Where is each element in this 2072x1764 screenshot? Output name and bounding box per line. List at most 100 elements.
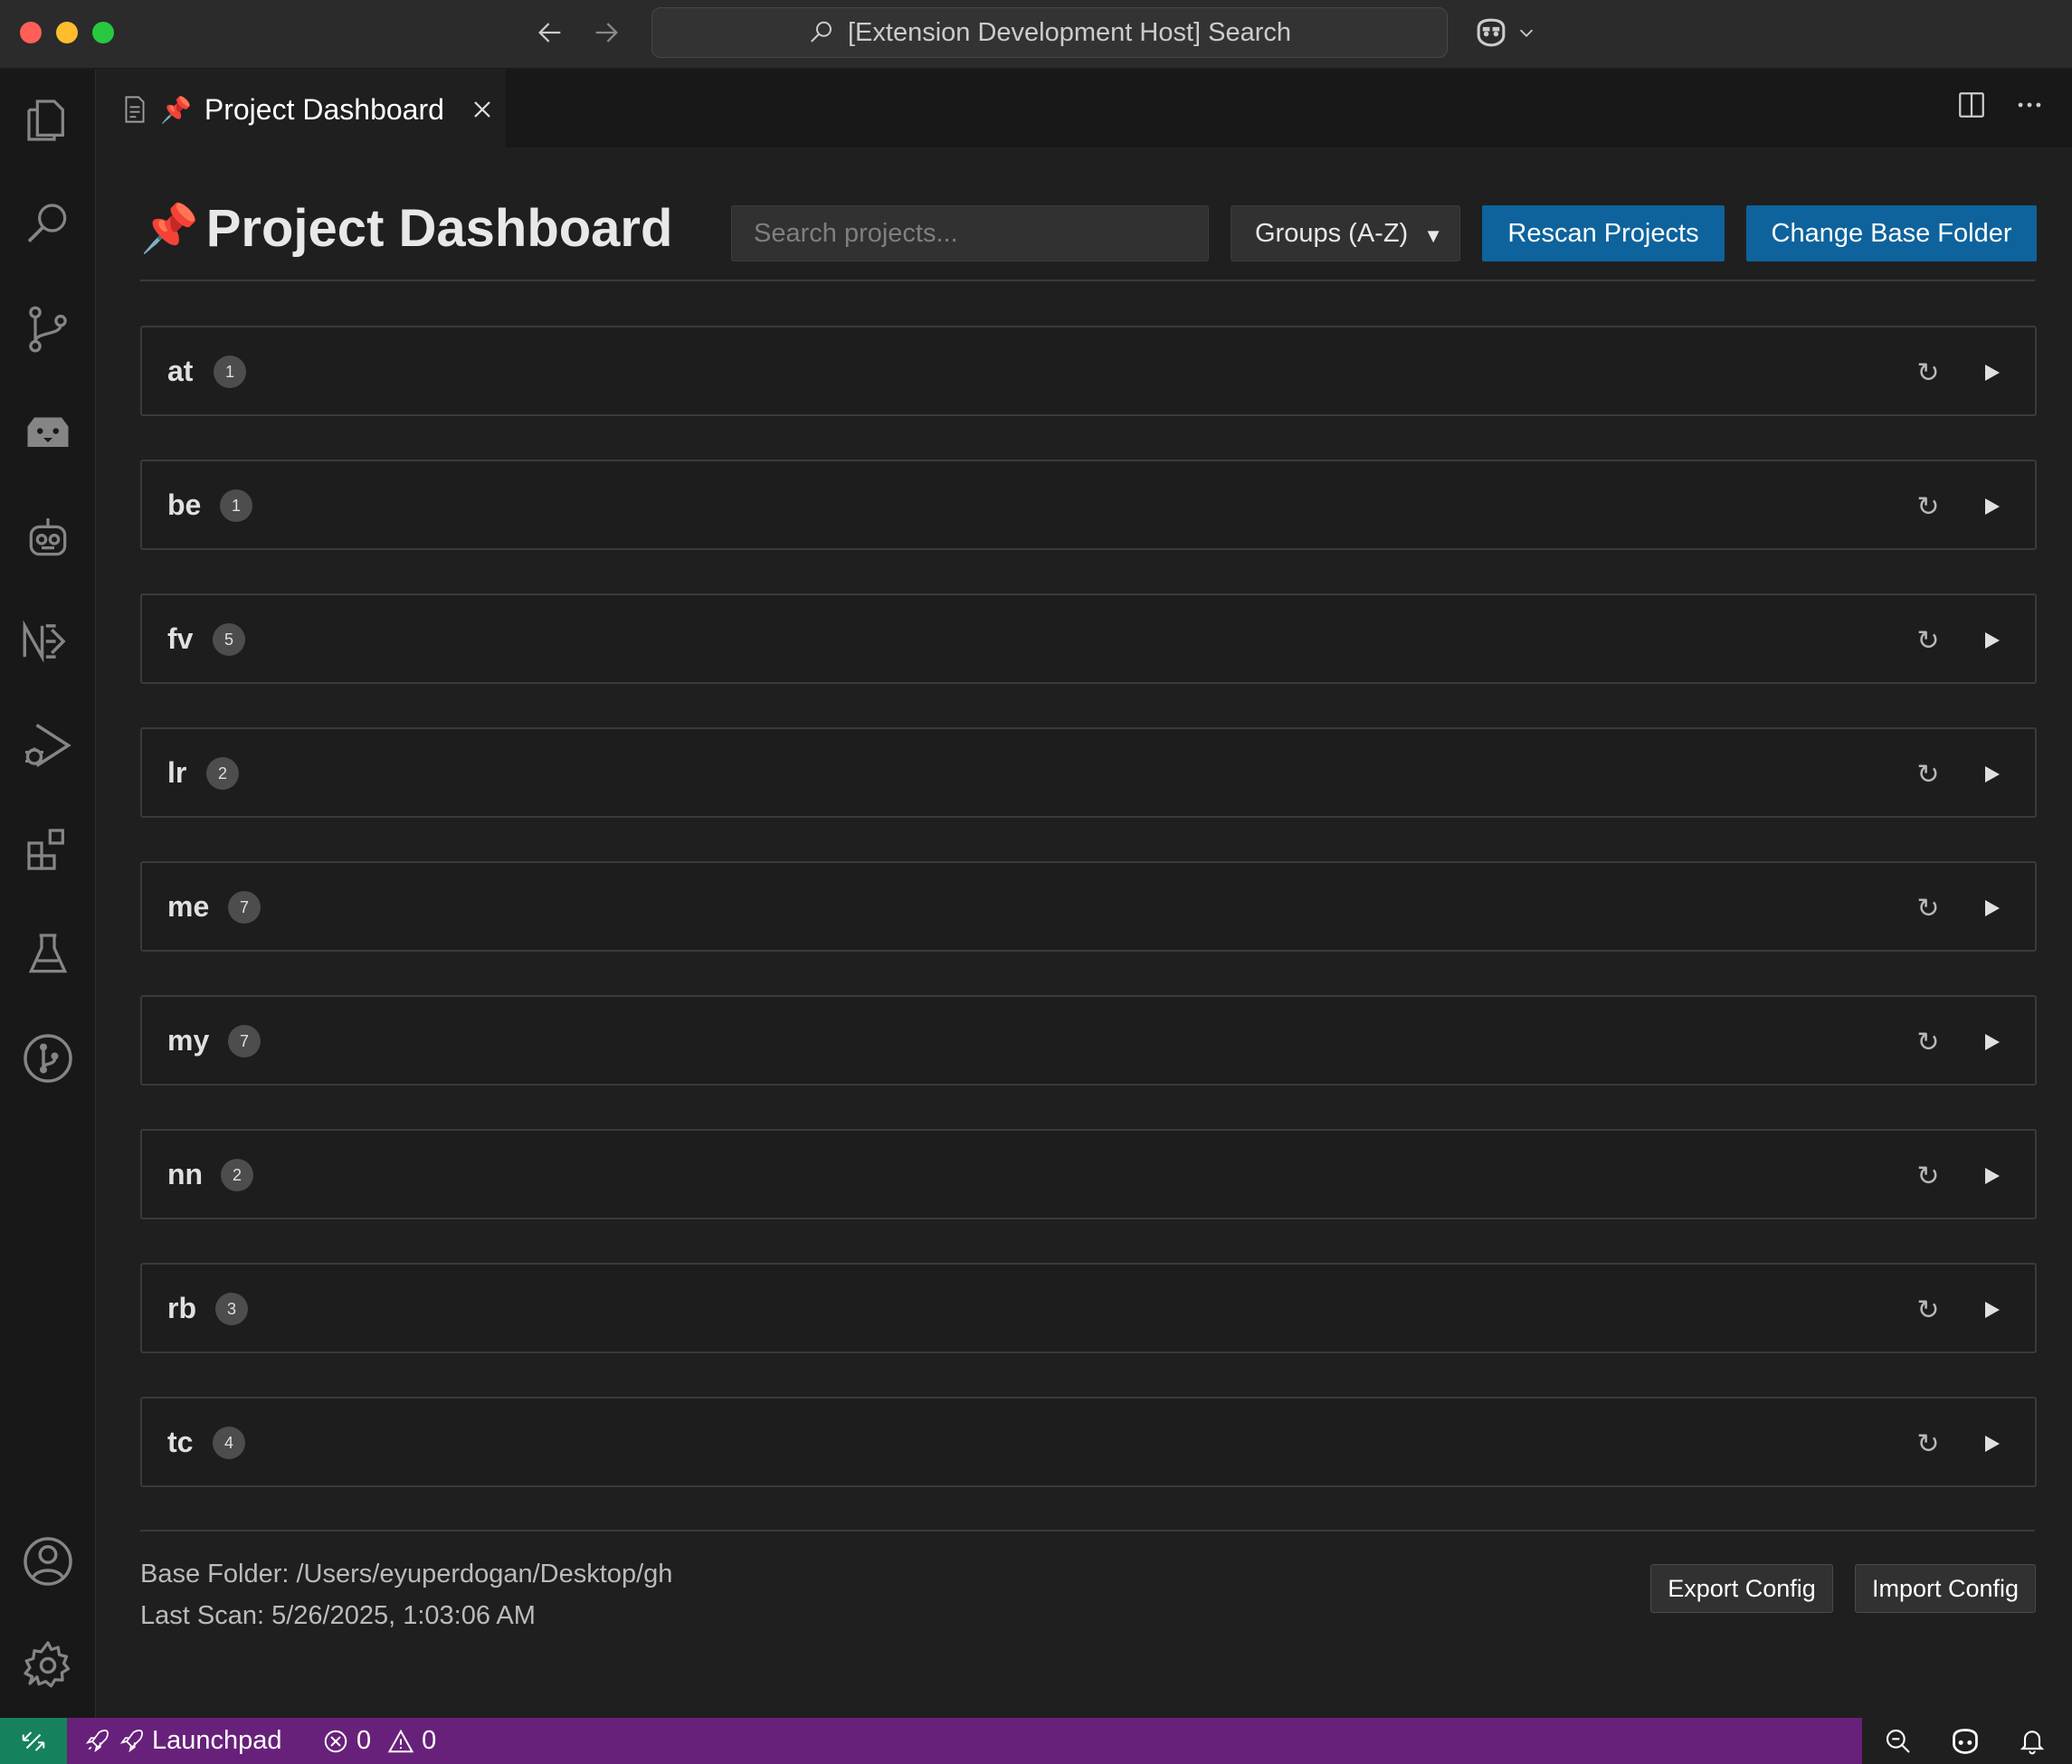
group-card[interactable]: nn 2 ↻ <box>140 1129 2037 1219</box>
expand-arrow-icon[interactable] <box>1973 1158 2010 1194</box>
forward-arrow-icon[interactable] <box>586 13 626 52</box>
minimize-window-button[interactable] <box>56 22 78 43</box>
expand-arrow-icon[interactable] <box>1973 756 2010 792</box>
refresh-icon[interactable]: ↻ <box>1910 1426 1946 1462</box>
group-count-badge: 5 <box>213 623 245 656</box>
group-card[interactable]: tc 4 ↻ <box>140 1397 2037 1487</box>
project-dashboard-webview: 📌 Project Dashboard Groups (A-Z) ▼ Resca… <box>97 147 2072 1764</box>
refresh-icon[interactable]: ↻ <box>1910 1158 1946 1194</box>
refresh-icon[interactable]: ↻ <box>1910 890 1946 926</box>
expand-arrow-icon[interactable] <box>1973 890 2010 926</box>
pin-emoji: 📌 <box>140 203 199 255</box>
sort-select[interactable]: Groups (A-Z) ▼ <box>1231 205 1460 261</box>
run-debug-icon[interactable] <box>12 709 84 782</box>
expand-arrow-icon[interactable] <box>1973 1426 2010 1462</box>
notebook-icon[interactable] <box>12 605 84 678</box>
maximize-window-button[interactable] <box>92 22 114 43</box>
footer-divider <box>140 1530 2035 1532</box>
chevron-down-icon <box>1519 29 1534 37</box>
group-card[interactable]: my 7 ↻ <box>140 995 2037 1086</box>
close-icon[interactable] <box>466 93 499 126</box>
group-count-badge: 2 <box>221 1159 253 1191</box>
refresh-icon[interactable]: ↻ <box>1910 488 1946 525</box>
expand-arrow-icon[interactable] <box>1973 622 2010 659</box>
export-config-button[interactable]: Export Config <box>1650 1564 1833 1613</box>
group-card[interactable]: rb 3 ↻ <box>140 1263 2037 1353</box>
error-count: 0 <box>356 1726 372 1755</box>
group-count-badge: 2 <box>206 757 239 790</box>
expand-arrow-icon[interactable] <box>1973 355 2010 391</box>
group-name: be <box>167 488 202 521</box>
footer-info: Base Folder: /Users/eyuperdogan/Desktop/… <box>140 1553 672 1636</box>
page-title-text: Project Dashboard <box>205 199 673 258</box>
copilot-menu[interactable] <box>1473 13 1536 52</box>
group-count-badge: 1 <box>220 489 252 522</box>
extensions-icon[interactable] <box>12 813 84 886</box>
command-center-search[interactable]: [Extension Development Host] Search <box>651 7 1448 58</box>
robot-icon[interactable] <box>12 501 84 574</box>
copilot-status-icon[interactable] <box>1938 1718 1992 1764</box>
problems-status[interactable]: 0 0 <box>322 1718 436 1764</box>
tab-project-dashboard[interactable]: 📌 Project Dashboard <box>97 70 506 147</box>
search-icon[interactable] <box>12 188 84 261</box>
launchpad-status[interactable]: Launchpad <box>83 1718 282 1764</box>
group-card[interactable]: fv 5 ↻ <box>140 593 2037 684</box>
account-icon[interactable] <box>12 1525 84 1598</box>
notifications-bell-icon[interactable] <box>2005 1718 2059 1764</box>
title-bar: [Extension Development Host] Search <box>0 0 2072 69</box>
group-card[interactable]: at 1 ↻ <box>140 326 2037 416</box>
refresh-icon[interactable]: ↻ <box>1910 756 1946 792</box>
rescan-projects-button[interactable]: Rescan Projects <box>1482 205 1725 261</box>
testing-flask-icon[interactable] <box>12 918 84 991</box>
group-card[interactable]: be 1 ↻ <box>140 460 2037 550</box>
settings-gear-icon[interactable] <box>12 1629 84 1702</box>
tab-pin-emoji: 📌 <box>160 95 192 124</box>
source-control-icon[interactable] <box>12 293 84 365</box>
refresh-icon[interactable]: ↻ <box>1910 1024 1946 1060</box>
search-projects-input[interactable] <box>731 205 1209 261</box>
group-name: rb <box>167 1292 196 1324</box>
group-count-badge: 3 <box>215 1293 248 1325</box>
group-count-badge: 1 <box>214 356 246 388</box>
status-bar: Launchpad 0 0 <box>0 1718 2072 1764</box>
rocket-icon <box>85 1729 109 1752</box>
close-window-button[interactable] <box>20 22 42 43</box>
editor-tab-bar: 📌 Project Dashboard <box>97 70 2072 147</box>
group-name: fv <box>167 622 194 655</box>
explorer-icon[interactable] <box>12 84 84 156</box>
change-base-folder-button[interactable]: Change Base Folder <box>1746 205 2037 261</box>
gitlens-icon[interactable] <box>12 397 84 469</box>
last-scan-text: Last Scan: 5/26/2025, 1:03:06 AM <box>140 1601 536 1630</box>
group-card[interactable]: lr 2 ↻ <box>140 727 2037 818</box>
rocket-plug-icon <box>119 1729 143 1752</box>
command-center-label: [Extension Development Host] Search <box>847 17 1292 47</box>
refresh-icon[interactable]: ↻ <box>1910 1292 1946 1328</box>
remote-indicator[interactable] <box>0 1718 67 1764</box>
expand-arrow-icon[interactable] <box>1973 1024 2010 1060</box>
refresh-icon[interactable]: ↻ <box>1910 355 1946 391</box>
back-arrow-icon[interactable] <box>530 13 570 52</box>
group-name: nn <box>167 1158 204 1190</box>
group-count-badge: 7 <box>228 1025 261 1057</box>
import-config-button[interactable]: Import Config <box>1855 1564 2036 1613</box>
expand-arrow-icon[interactable] <box>1973 1292 2010 1328</box>
tab-title: Project Dashboard <box>204 92 444 126</box>
split-editor-icon[interactable] <box>1956 90 1987 125</box>
warning-count: 0 <box>422 1726 437 1755</box>
header-divider <box>140 280 2035 281</box>
refresh-icon[interactable]: ↻ <box>1910 622 1946 659</box>
group-card[interactable]: me 7 ↻ <box>140 861 2037 952</box>
page-title: 📌 Project Dashboard <box>140 198 672 259</box>
group-name: lr <box>167 756 187 789</box>
preview-file-icon <box>125 96 145 123</box>
remote-icon <box>22 1731 45 1751</box>
expand-arrow-icon[interactable] <box>1973 488 2010 525</box>
search-icon <box>811 21 832 43</box>
zoom-icon[interactable] <box>1871 1718 1925 1764</box>
caret-down-icon: ▼ <box>1423 224 1443 247</box>
activity-bar <box>0 70 96 1718</box>
git-graph-icon[interactable] <box>12 1022 84 1095</box>
error-icon <box>324 1730 347 1752</box>
more-actions-icon[interactable] <box>2014 90 2045 125</box>
group-count-badge: 4 <box>213 1427 245 1459</box>
